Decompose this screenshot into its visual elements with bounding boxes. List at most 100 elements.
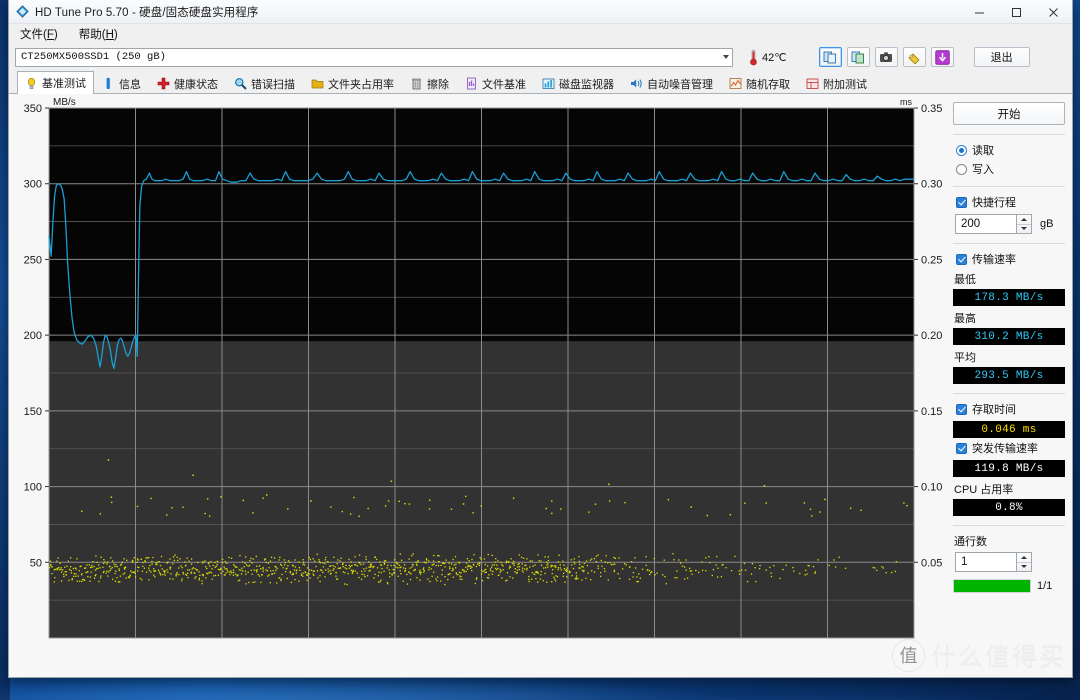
- svg-text:MB/s: MB/s: [53, 97, 76, 108]
- svg-text:0.15: 0.15: [921, 406, 942, 418]
- passes-spin-buttons[interactable]: [1017, 552, 1032, 572]
- exit-button[interactable]: 退出: [973, 47, 1030, 67]
- svg-text:200: 200: [24, 330, 42, 342]
- access-time-value: 0.046 ms: [953, 421, 1065, 438]
- divider: [953, 186, 1065, 187]
- triangle-down-icon: [1021, 565, 1027, 569]
- min-label: 最低: [954, 274, 976, 286]
- radio-write-icon: [956, 163, 967, 175]
- benchmark-chart-pane: 350 300 250 200 150 100 50 0.35 0.30 0.25 0.20 0.15…: [9, 94, 946, 677]
- triangle-up-icon: [1021, 217, 1027, 221]
- thermometer-icon: [749, 49, 758, 66]
- quick-scan-checkbox[interactable]: 快捷行程: [956, 194, 1065, 210]
- svg-text:0.30: 0.30: [921, 179, 942, 191]
- start-button[interactable]: 开始: [953, 102, 1065, 125]
- svg-text:150: 150: [24, 406, 42, 418]
- lightbulb-icon: [25, 77, 38, 90]
- drive-select-value: CT250MX500SSD1 (250 gB): [21, 51, 166, 63]
- random-access-icon: [729, 77, 742, 90]
- svg-text:0.05: 0.05: [921, 557, 942, 569]
- tab-erase[interactable]: 擦除: [402, 72, 457, 94]
- svg-text:0.25: 0.25: [921, 254, 942, 266]
- tab-file-benchmark-label: 文件基准: [482, 78, 526, 91]
- camera-icon[interactable]: [874, 47, 898, 67]
- drive-select[interactable]: CT250MX500SSD1 (250 gB): [15, 47, 733, 67]
- copy-image-icon[interactable]: [846, 47, 870, 67]
- tab-folder-usage[interactable]: 文件夹占用率: [303, 72, 402, 94]
- svg-text:0.10: 0.10: [921, 482, 942, 494]
- maximize-button[interactable]: [998, 0, 1035, 24]
- mode-read-option[interactable]: 读取: [956, 142, 1065, 158]
- tab-benchmark[interactable]: 基准测试: [17, 71, 94, 94]
- passes-stepper[interactable]: 1: [955, 552, 1065, 572]
- radio-read-icon: [956, 144, 967, 156]
- tab-info[interactable]: 信息: [94, 72, 149, 94]
- tab-aam-label: 自动噪音管理: [647, 78, 713, 91]
- svg-text:0.20: 0.20: [921, 330, 942, 342]
- tag-icon[interactable]: [902, 47, 926, 67]
- quick-scan-size-input[interactable]: 200: [955, 214, 1017, 234]
- menu-help[interactable]: 帮助(H): [76, 25, 121, 43]
- tab-random-access[interactable]: 随机存取: [721, 72, 798, 94]
- access-time-checkbox[interactable]: 存取时间: [956, 401, 1065, 417]
- temperature-indicator: 42℃: [749, 49, 787, 66]
- progress-label: 1/1: [1037, 580, 1053, 592]
- passes-input[interactable]: 1: [955, 552, 1017, 572]
- quick-scan-label: 快捷行程: [972, 197, 1016, 209]
- access-time-label: 存取时间: [972, 404, 1016, 416]
- spin-down-button[interactable]: [1017, 561, 1031, 572]
- tab-aam[interactable]: 自动噪音管理: [622, 72, 721, 94]
- checkbox-checked-icon: [956, 442, 967, 454]
- tab-folder-usage-label: 文件夹占用率: [328, 78, 394, 91]
- divider: [953, 525, 1065, 526]
- menu-file-label: 文件: [20, 29, 43, 41]
- tab-disk-monitor[interactable]: 磁盘监视器: [534, 72, 622, 94]
- mode-write-option[interactable]: 写入: [956, 161, 1065, 177]
- download-icon[interactable]: [930, 47, 954, 67]
- checkbox-checked-icon: [956, 196, 967, 208]
- passes-label: 通行数: [954, 536, 987, 548]
- cross-icon: [157, 77, 170, 90]
- benchmark-plot: 350 300 250 200 150 100 50 0.35 0.30 0.25 0.20 0.15…: [9, 94, 946, 677]
- tab-health[interactable]: 健康状态: [149, 72, 226, 94]
- menu-file[interactable]: 文件(F): [17, 25, 61, 43]
- tab-file-benchmark[interactable]: 文件基准: [457, 72, 534, 94]
- quick-scan-size-stepper[interactable]: 200 gB: [955, 214, 1065, 234]
- triangle-down-icon: [1021, 227, 1027, 231]
- svg-text:300: 300: [24, 179, 42, 191]
- tab-info-label: 信息: [119, 78, 141, 91]
- copy-icon[interactable]: [818, 47, 842, 67]
- mode-write-label: 写入: [972, 164, 994, 176]
- speaker-icon: [630, 77, 643, 90]
- benchmark-plot-svg: 350 300 250 200 150 100 50 0.35 0.30 0.25 0.20 0.15…: [24, 97, 942, 639]
- spin-up-button[interactable]: [1017, 215, 1031, 224]
- mode-read-label: 读取: [972, 145, 994, 157]
- trash-icon: [410, 77, 423, 90]
- close-button[interactable]: [1035, 0, 1072, 24]
- tab-error-scan[interactable]: 错误扫描: [226, 72, 303, 94]
- tab-disk-monitor-label: 磁盘监视器: [559, 78, 614, 91]
- transfer-rate-checkbox[interactable]: 传输速率: [956, 251, 1065, 267]
- spin-up-button[interactable]: [1017, 553, 1031, 562]
- tab-extra-tests[interactable]: 附加测试: [798, 72, 875, 94]
- divider: [953, 393, 1065, 394]
- checkbox-checked-icon: [956, 403, 967, 415]
- svg-text:100: 100: [24, 482, 42, 494]
- chevron-down-icon: [723, 55, 729, 59]
- max-label: 最高: [954, 313, 976, 325]
- min-value: 178.3 MB/s: [953, 289, 1065, 306]
- svg-text:50: 50: [30, 557, 42, 569]
- avg-value: 293.5 MB/s: [953, 367, 1065, 384]
- cpu-value: 0.8%: [953, 499, 1065, 516]
- quick-scan-spin-buttons[interactable]: [1017, 214, 1032, 234]
- triangle-up-icon: [1021, 555, 1027, 559]
- burst-rate-checkbox[interactable]: 突发传输速率: [956, 440, 1065, 456]
- spin-down-button[interactable]: [1017, 223, 1031, 234]
- divider: [953, 134, 1065, 135]
- tab-bar: 基准测试 信息 健康状态 错误扫描 文件夹占用率 擦除 文件基准 磁盘监视器 自…: [9, 69, 1072, 94]
- checkbox-checked-icon: [956, 253, 967, 265]
- avg-label: 平均: [954, 352, 976, 364]
- minimize-button[interactable]: [961, 0, 998, 24]
- temperature-value: 42℃: [762, 51, 787, 64]
- file-benchmark-icon: [465, 77, 478, 90]
